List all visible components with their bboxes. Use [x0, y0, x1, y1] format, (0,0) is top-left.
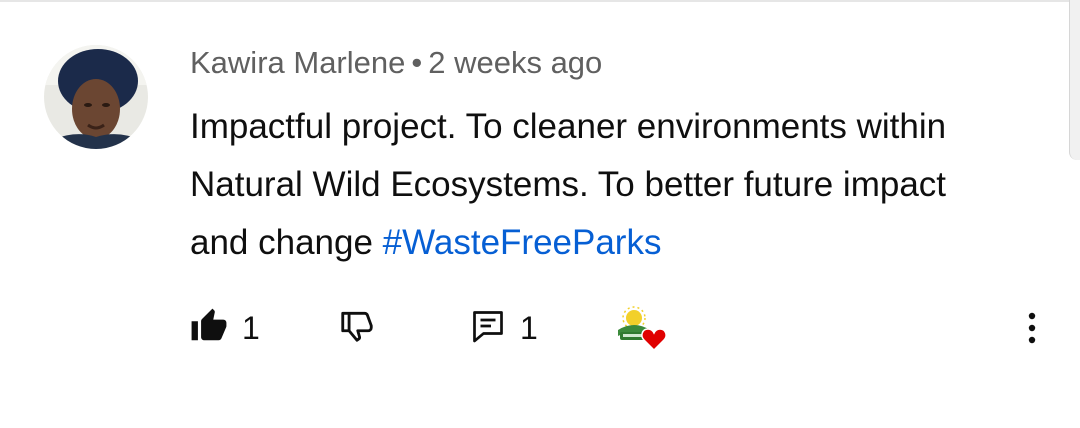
- reply-count: 1: [520, 309, 538, 346]
- more-options-button[interactable]: [1018, 308, 1046, 348]
- author-avatar[interactable]: [44, 45, 148, 149]
- hashtag-link[interactable]: #WasteFreeParks: [383, 223, 662, 262]
- like-count: 1: [242, 309, 260, 346]
- comment-timestamp[interactable]: 2 weeks ago: [428, 45, 602, 80]
- comment-actions: 1 1: [0, 300, 1080, 360]
- comment-text: Impactful project. To cleaner environmen…: [190, 98, 1010, 272]
- dislike-button[interactable]: [338, 300, 376, 356]
- reply-button[interactable]: 1: [470, 300, 538, 356]
- more-vert-icon: [1028, 312, 1036, 344]
- thumbs-down-icon: [338, 307, 376, 350]
- author-name[interactable]: Kawira Marlene: [190, 45, 405, 80]
- creator-heart[interactable]: [614, 300, 670, 356]
- comment-header: Kawira Marlene • 2 weeks ago: [190, 45, 602, 81]
- comment-item: Kawira Marlene • 2 weeks ago Impactful pro…: [0, 0, 1080, 428]
- like-button[interactable]: 1: [190, 300, 260, 356]
- thumbs-up-icon: [190, 307, 228, 350]
- comment-reply-icon: [470, 307, 506, 350]
- meta-separator: •: [411, 45, 423, 80]
- creator-heart-icon: [618, 306, 667, 352]
